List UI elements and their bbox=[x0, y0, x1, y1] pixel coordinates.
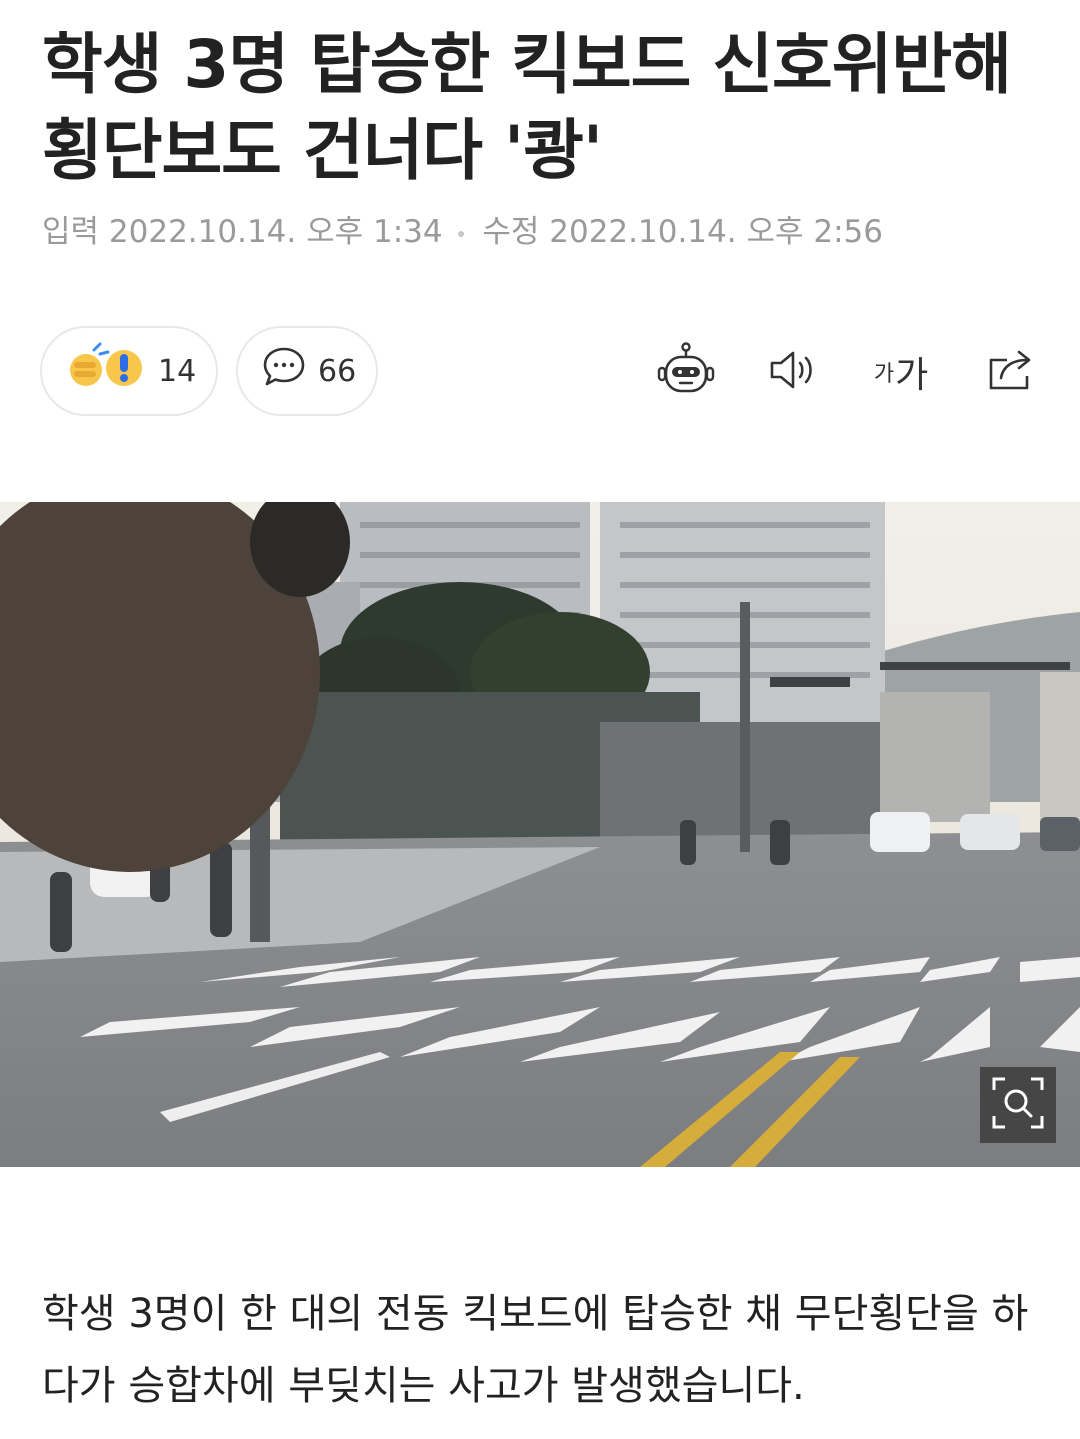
text-to-speech-button[interactable] bbox=[762, 340, 826, 404]
font-large-glyph: 가 bbox=[895, 355, 929, 396]
input-time: 2022.10.14. 오후 1:34 bbox=[108, 214, 443, 250]
summary-bot-icon bbox=[656, 342, 716, 402]
font-size-button[interactable]: 가가 bbox=[866, 340, 936, 404]
article-body-text: 학생 3명이 한 대의 전동 킥보드에 탑승한 채 무단횡단을 하다가 승합차에… bbox=[42, 1291, 1029, 1409]
summary-bot-button[interactable] bbox=[654, 340, 718, 404]
edit-time: 2022.10.14. 오후 2:56 bbox=[549, 214, 883, 250]
reaction-count: 14 bbox=[158, 353, 197, 389]
article-headline: 학생 3명 탑승한 킥보드 신호위반해 횡단보도 건너다 '쾅' bbox=[42, 26, 1012, 189]
input-label: 입력 bbox=[42, 214, 100, 250]
street-scene-image bbox=[0, 502, 1080, 1167]
meta-separator bbox=[458, 230, 465, 237]
image-zoom-button[interactable] bbox=[980, 1067, 1056, 1143]
comment-button[interactable]: 66 bbox=[236, 326, 378, 416]
article-meta: 입력 2022.10.14. 오후 1:34 수정 2022.10.14. 오후… bbox=[42, 206, 883, 251]
share-button[interactable] bbox=[980, 340, 1044, 404]
edit-label: 수정 bbox=[482, 214, 540, 250]
comment-count: 66 bbox=[318, 353, 357, 389]
zoom-search-icon bbox=[991, 1076, 1045, 1134]
reaction-emoji-icon bbox=[66, 342, 146, 400]
comment-icon bbox=[262, 345, 306, 397]
share-icon bbox=[985, 346, 1039, 398]
speaker-icon bbox=[766, 346, 822, 398]
font-small-glyph: 가 bbox=[873, 362, 895, 387]
reaction-button[interactable]: 14 bbox=[40, 326, 218, 416]
article-photo[interactable] bbox=[0, 502, 1080, 1167]
